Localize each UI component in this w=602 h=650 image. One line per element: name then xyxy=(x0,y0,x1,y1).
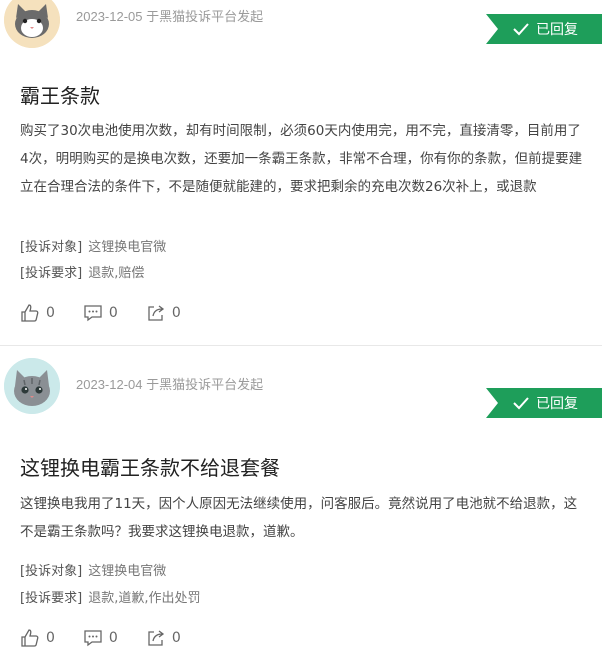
post-title[interactable]: 这锂换电霸王条款不给退套餐 xyxy=(20,452,280,481)
orange-cat-avatar-icon xyxy=(4,0,60,48)
post-title[interactable]: 霸王条款 xyxy=(20,80,100,109)
post-content: 购买了30次电池使用次数，却有时间限制，必须60天内使用完，用不完，直接清零，目… xyxy=(20,123,583,195)
complaint-demand: [投诉要求] 退款,赔偿 xyxy=(20,262,144,281)
complaint-demand-label: [投诉要求] xyxy=(20,591,83,606)
share-button[interactable]: 0 xyxy=(146,303,181,323)
post-meta: 2023-12-05 于黑猫投诉平台发起 xyxy=(76,9,264,24)
thumbs-up-icon xyxy=(21,304,39,322)
share-button[interactable]: 0 xyxy=(146,628,181,648)
replied-badge: 已回复 xyxy=(486,14,602,44)
comment-button[interactable]: 0 xyxy=(83,628,118,648)
check-icon xyxy=(513,397,529,410)
complaint-demand: [投诉要求] 退款,道歉,作出处罚 xyxy=(20,587,201,606)
complaint-target-label: [投诉对象] xyxy=(20,564,83,579)
comment-button[interactable]: 0 xyxy=(83,303,118,323)
replied-badge: 已回复 xyxy=(486,388,602,418)
post-meta: 2023-12-04 于黑猫投诉平台发起 xyxy=(76,377,264,392)
gray-cat-avatar-icon xyxy=(4,358,60,414)
complaint-demand-value: 退款,赔偿 xyxy=(88,266,145,281)
complaint-demand-value: 退款,道歉,作出处罚 xyxy=(88,591,201,606)
thumbs-up-icon xyxy=(21,629,39,647)
share-count: 0 xyxy=(171,630,181,646)
complaint-target-value[interactable]: 这锂换电官微 xyxy=(88,564,166,579)
post-actions: 0 0 0 xyxy=(20,628,209,648)
post-actions: 0 0 0 xyxy=(20,303,209,323)
comment-icon xyxy=(84,630,102,647)
avatar[interactable] xyxy=(4,358,60,414)
comment-icon xyxy=(84,305,102,322)
like-count: 0 xyxy=(46,630,55,646)
comment-count: 0 xyxy=(108,630,118,646)
check-icon xyxy=(513,23,529,36)
like-count: 0 xyxy=(46,305,55,321)
share-icon xyxy=(148,305,164,321)
complaint-demand-label: [投诉要求] xyxy=(20,266,83,281)
comment-count: 0 xyxy=(108,305,118,321)
complaint-target-label: [投诉对象] xyxy=(20,240,83,255)
share-icon xyxy=(148,630,164,646)
complaint-target: [投诉对象] 这锂换电官微 xyxy=(20,236,166,255)
complaint-target: [投诉对象] 这锂换电官微 xyxy=(20,560,166,579)
like-button[interactable]: 0 xyxy=(20,628,55,648)
badge-label: 已回复 xyxy=(536,22,578,38)
complaint-card-1: 2023-12-05 于黑猫投诉平台发起 已回复 霸王条款 购买了30次电池使用… xyxy=(0,0,602,345)
badge-label: 已回复 xyxy=(536,396,578,412)
post-content: 这锂换电我用了11天，因个人原因无法继续使用，问客服后。竟然说用了电池就不给退款… xyxy=(20,496,578,540)
share-count: 0 xyxy=(171,305,181,321)
complaint-target-value[interactable]: 这锂换电官微 xyxy=(88,240,166,255)
avatar[interactable] xyxy=(4,0,60,48)
complaint-card-2: 2023-12-04 于黑猫投诉平台发起 已回复 这锂换电霸王条款不给退套餐 这… xyxy=(0,346,602,650)
like-button[interactable]: 0 xyxy=(20,303,55,323)
